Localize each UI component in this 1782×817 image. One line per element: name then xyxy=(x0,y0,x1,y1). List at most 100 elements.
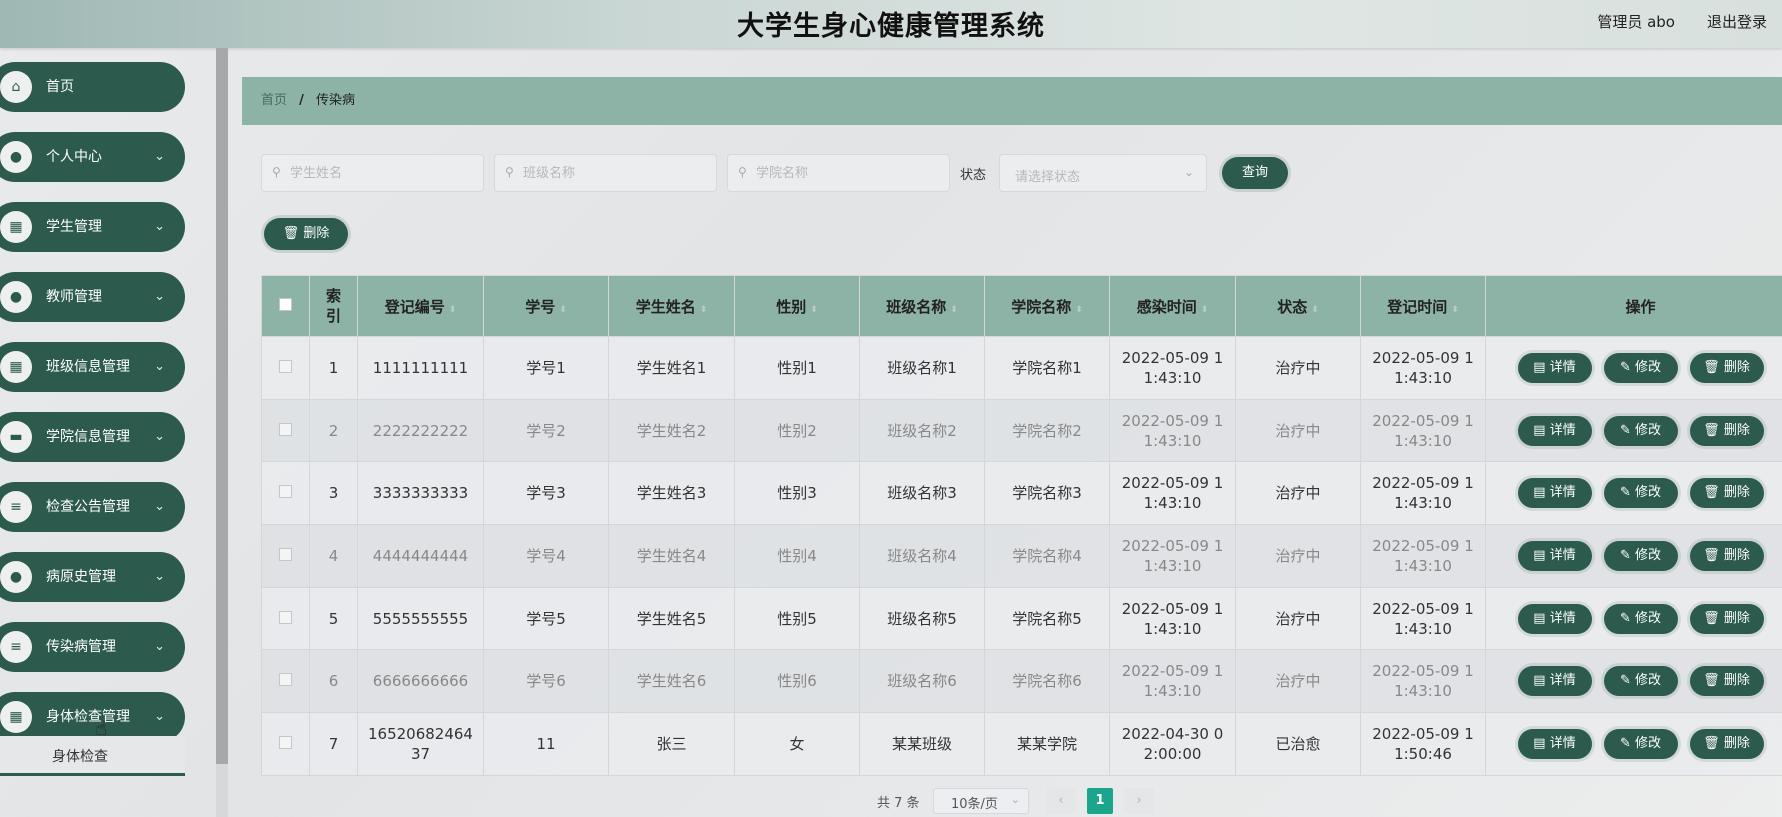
table-cell: 某某学院 xyxy=(984,712,1110,776)
breadcrumb-current: 传染病 xyxy=(316,93,356,108)
sidebar-scrollbar-thumb[interactable] xyxy=(216,48,228,764)
column-header[interactable]: 学号 ⬍ xyxy=(483,275,609,337)
delete-button[interactable]: 🗑 删除 xyxy=(1689,540,1764,571)
detail-button[interactable]: ▤ 详情 xyxy=(1517,728,1592,759)
row-checkbox[interactable] xyxy=(279,547,292,561)
table-cell: 2022-05-09 1 1:43:10 xyxy=(1360,398,1486,463)
query-button[interactable]: 查询 xyxy=(1222,157,1288,189)
sidebar-item-3[interactable]: ● 教师管理 ⌄ xyxy=(0,272,185,322)
delete-button[interactable]: 🗑 删除 xyxy=(1689,666,1764,697)
page-size-select[interactable]: 10条/页 ⌄ xyxy=(933,788,1029,814)
edit-button[interactable]: ✎ 修改 xyxy=(1603,540,1678,571)
edit-button[interactable]: ✎ 修改 xyxy=(1603,666,1678,697)
sort-caret-icon[interactable]: ⬍ xyxy=(810,305,818,315)
table-cell: 11 xyxy=(483,712,609,776)
row-checkbox[interactable] xyxy=(279,485,292,499)
row-checkbox[interactable] xyxy=(279,422,292,436)
detail-button[interactable]: ▤ 详情 xyxy=(1517,540,1592,571)
column-header[interactable]: 状态 ⬍ xyxy=(1235,275,1361,337)
class-name-input[interactable] xyxy=(523,155,703,191)
column-header[interactable]: 班级名称 ⬍ xyxy=(859,275,985,337)
student-name-input[interactable] xyxy=(290,155,470,191)
column-header[interactable]: 登记编号 ⬍ xyxy=(357,275,484,337)
row-actions: ▤ 详情 ✎ 修改 🗑 删除 xyxy=(1485,712,1782,776)
column-header[interactable]: 学院名称 ⬍ xyxy=(984,275,1110,337)
column-header[interactable]: 感染时间 ⬍ xyxy=(1109,275,1236,337)
edit-button[interactable]: ✎ 修改 xyxy=(1603,478,1678,509)
edit-button[interactable]: ✎ 修改 xyxy=(1603,603,1678,634)
prev-page-button[interactable]: ‹ xyxy=(1046,788,1076,814)
sort-caret-icon[interactable]: ⬍ xyxy=(700,305,708,315)
status-select[interactable]: 请选择状态 ⌄ xyxy=(999,154,1207,192)
sidebar-item-6[interactable]: ≡ 检查公告管理 ⌄ xyxy=(0,482,185,532)
detail-button[interactable]: ▤ 详情 xyxy=(1517,415,1592,446)
detail-button-label: 详情 xyxy=(1549,359,1576,375)
detail-button[interactable]: ▤ 详情 xyxy=(1517,666,1592,697)
row-checkbox[interactable] xyxy=(279,735,292,749)
sidebar-item-0[interactable]: ⌂ 首页 xyxy=(0,62,185,112)
logout-link[interactable]: 退出登录 xyxy=(1707,11,1767,32)
sidebar-item-1[interactable]: ● 个人中心 ⌄ xyxy=(0,132,185,182)
top-header: 大学生身心健康管理系统 管理员 abo 退出登录 xyxy=(0,0,1782,48)
table-row: 5 5555555555 学号5 学生姓名5 性别5 班级名称5 学院名称5 2022-05-… xyxy=(261,586,1782,651)
table-row: 6 6666666666 学号6 学生姓名6 性别6 班级名称6 学院名称6 2022-05-… xyxy=(261,649,1782,714)
delete-button[interactable]: 🗑 删除 xyxy=(1689,352,1764,383)
detail-button[interactable]: ▤ 详情 xyxy=(1517,603,1592,634)
table-cell: 2 xyxy=(309,398,358,463)
edit-button[interactable]: ✎ 修改 xyxy=(1603,352,1678,383)
edit-button-label: 修改 xyxy=(1635,673,1662,689)
row-select-cell xyxy=(261,398,310,463)
breadcrumb-home[interactable]: 首页 xyxy=(261,93,287,108)
sidebar-item-2[interactable]: ▦ 学生管理 ⌄ xyxy=(0,202,185,252)
sort-caret-icon[interactable]: ⬍ xyxy=(559,305,567,315)
sidebar-item-7[interactable]: ● 病原史管理 ⌄ xyxy=(0,552,185,602)
home-icon: ⌂ xyxy=(0,71,32,103)
table-row: 4 4444444444 学号4 学生姓名4 性别4 班级名称4 学院名称4 2022-05-… xyxy=(261,524,1782,588)
page-number-button[interactable]: 1 xyxy=(1087,788,1113,814)
column-header[interactable]: 性别 ⬍ xyxy=(734,275,860,337)
next-page-button[interactable]: › xyxy=(1124,788,1154,814)
sort-caret-icon[interactable]: ⬍ xyxy=(1311,305,1319,315)
college-name-search[interactable]: ⚲ xyxy=(727,154,950,192)
delete-button[interactable]: 🗑 删除 xyxy=(1689,728,1764,759)
edit-button-label: 修改 xyxy=(1635,610,1662,626)
college-name-input[interactable] xyxy=(756,155,936,191)
class-name-search[interactable]: ⚲ xyxy=(494,154,717,192)
table-cell: 2022-05-09 1 1:43:10 xyxy=(1109,461,1236,526)
sidebar-item-4[interactable]: ▦ 班级信息管理 ⌄ xyxy=(0,342,185,392)
row-checkbox[interactable] xyxy=(279,359,292,373)
row-checkbox[interactable] xyxy=(279,673,292,687)
sidebar-item-8[interactable]: ≡ 传染病管理 ⌄ xyxy=(0,622,185,672)
sort-caret-icon[interactable]: ⬍ xyxy=(1201,305,1209,315)
column-header[interactable]: 学生姓名 ⬍ xyxy=(608,275,735,337)
detail-button-label: 详情 xyxy=(1549,485,1576,501)
sidebar-item-9[interactable]: ▦ 身体检查管理 ⌄ xyxy=(0,692,185,742)
edit-button-label: 修改 xyxy=(1635,359,1662,375)
delete-button-label: 删除 xyxy=(1723,735,1750,751)
edit-button[interactable]: ✎ 修改 xyxy=(1603,728,1678,759)
detail-button[interactable]: ▤ 详情 xyxy=(1517,478,1592,509)
sidebar-item-label: 个人中心 xyxy=(46,149,102,165)
sort-caret-icon[interactable]: ⬍ xyxy=(449,305,457,315)
status-label: 状态 xyxy=(960,168,987,183)
sort-caret-icon[interactable]: ⬍ xyxy=(950,305,958,315)
sort-caret-icon[interactable]: ⬍ xyxy=(1451,305,1459,315)
row-checkbox[interactable] xyxy=(279,610,292,624)
sidebar-item-label: 身体检查管理 xyxy=(46,709,130,725)
delete-button[interactable]: 🗑 删除 xyxy=(1689,478,1764,509)
sort-caret-icon[interactable]: ⬍ xyxy=(1075,305,1083,315)
submenu-item-body-check[interactable]: 身体检查 xyxy=(0,736,185,776)
select-all-checkbox[interactable] xyxy=(279,298,292,311)
column-header[interactable]: 登记时间 ⬍ xyxy=(1360,275,1486,337)
student-name-search[interactable]: ⚲ xyxy=(261,154,484,192)
detail-button[interactable]: ▤ 详情 xyxy=(1517,352,1592,383)
batch-delete-button[interactable]: 🗑 删除 xyxy=(264,218,348,250)
delete-button[interactable]: 🗑 删除 xyxy=(1689,603,1764,634)
sidebar-item-label: 教师管理 xyxy=(46,289,102,305)
sidebar-item-5[interactable]: ▬ 学院信息管理 ⌄ xyxy=(0,412,185,462)
table-cell: 2022-05-09 1 1:43:10 xyxy=(1360,461,1486,526)
edit-button[interactable]: ✎ 修改 xyxy=(1603,415,1678,446)
delete-button[interactable]: 🗑 删除 xyxy=(1689,415,1764,446)
detail-button-label: 详情 xyxy=(1549,547,1576,563)
edit-button-label: 修改 xyxy=(1635,485,1662,501)
